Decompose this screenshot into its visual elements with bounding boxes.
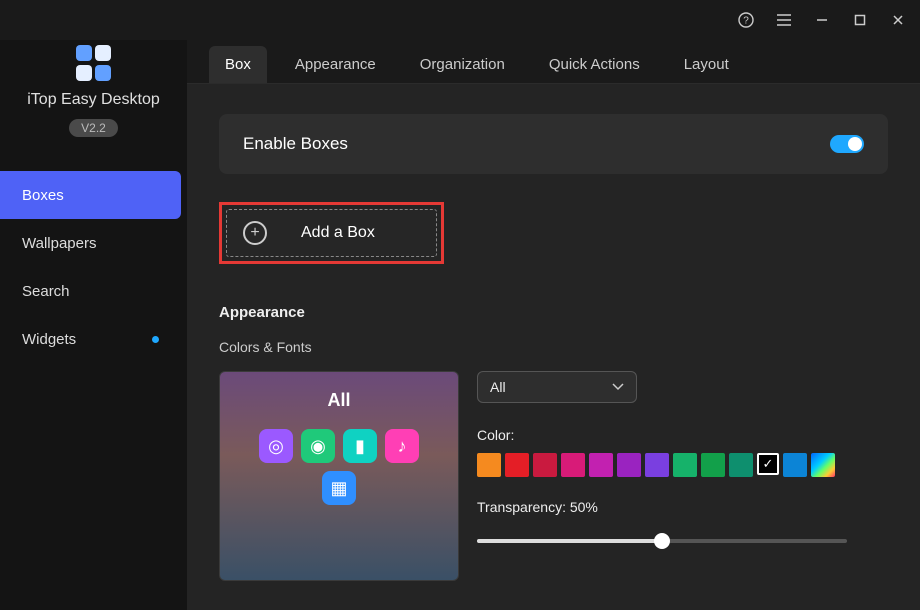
enable-boxes-label: Enable Boxes — [243, 134, 348, 154]
controls: All Color: ✓ Transparency: 50% — [477, 371, 888, 581]
content: Box Appearance Organization Quick Action… — [187, 40, 920, 610]
add-box-button[interactable]: + Add a Box — [226, 209, 437, 257]
colors-fonts-label: Colors & Fonts — [219, 339, 888, 355]
color-swatch[interactable] — [561, 453, 585, 477]
enable-boxes-card: Enable Boxes — [219, 114, 888, 174]
tab-layout[interactable]: Layout — [668, 46, 745, 83]
transparency-control: Transparency: 50% — [477, 499, 888, 549]
appearance-row: All ◎ ◉ ▮ ♪ ▦ All — [219, 371, 888, 581]
check-icon: ✓ — [763, 456, 774, 472]
preview-title: All — [327, 390, 350, 411]
chrome-icon: ◎ — [259, 429, 293, 463]
tabs: Box Appearance Organization Quick Action… — [187, 40, 920, 84]
color-swatch[interactable] — [589, 453, 613, 477]
camera-icon: ▮ — [343, 429, 377, 463]
sidebar-item-label: Search — [22, 283, 70, 300]
brand: iTop Easy Desktop V2.2 — [0, 45, 187, 137]
preview-box: All ◎ ◉ ▮ ♪ ▦ — [219, 371, 459, 581]
add-box-label: Add a Box — [301, 224, 375, 242]
select-value: All — [490, 379, 506, 395]
color-swatch[interactable]: ✓ — [757, 453, 779, 475]
sidebar-item-widgets[interactable]: Widgets — [0, 315, 181, 363]
photo-icon: ▦ — [322, 471, 356, 505]
version-badge: V2.2 — [69, 119, 118, 137]
color-swatch[interactable] — [645, 453, 669, 477]
menu-icon[interactable] — [774, 10, 794, 30]
enable-boxes-toggle[interactable] — [830, 135, 864, 153]
color-swatches: ✓ — [477, 453, 888, 477]
tab-appearance[interactable]: Appearance — [279, 46, 392, 83]
sidebar-item-label: Widgets — [22, 331, 76, 348]
minimize-icon[interactable] — [812, 10, 832, 30]
sidebar-nav: Boxes Wallpapers Search Widgets — [0, 171, 187, 363]
close-icon[interactable] — [888, 10, 908, 30]
color-swatch[interactable] — [811, 453, 835, 477]
plus-icon: + — [243, 221, 267, 245]
preview-icon-row: ◎ ◉ ▮ ♪ — [259, 429, 419, 463]
color-swatch[interactable] — [701, 453, 725, 477]
svg-text:?: ? — [743, 16, 749, 27]
help-icon[interactable]: ? — [736, 10, 756, 30]
transparency-slider[interactable] — [477, 533, 847, 549]
color-label: Color: — [477, 427, 888, 443]
color-swatch[interactable] — [783, 453, 807, 477]
color-swatch[interactable] — [505, 453, 529, 477]
color-swatch[interactable] — [673, 453, 697, 477]
sidebar: iTop Easy Desktop V2.2 Boxes Wallpapers … — [0, 40, 187, 610]
sidebar-item-wallpapers[interactable]: Wallpapers — [0, 219, 181, 267]
add-box-highlight: + Add a Box — [219, 202, 444, 264]
box-select[interactable]: All — [477, 371, 637, 403]
preview-icon-row-2: ▦ — [322, 471, 356, 505]
update-dot-icon — [152, 336, 159, 343]
toggle-knob — [848, 137, 862, 151]
color-swatch[interactable] — [729, 453, 753, 477]
app-name: iTop Easy Desktop — [27, 91, 160, 109]
sidebar-item-label: Boxes — [22, 187, 64, 204]
transparency-label: Transparency: 50% — [477, 499, 888, 515]
slider-thumb[interactable] — [654, 533, 670, 549]
titlebar: ? — [0, 0, 920, 40]
whatsapp-icon: ◉ — [301, 429, 335, 463]
tab-organization[interactable]: Organization — [404, 46, 521, 83]
sidebar-item-boxes[interactable]: Boxes — [0, 171, 181, 219]
color-swatch[interactable] — [617, 453, 641, 477]
sidebar-item-search[interactable]: Search — [0, 267, 181, 315]
maximize-icon[interactable] — [850, 10, 870, 30]
app-logo — [76, 45, 112, 81]
sidebar-item-label: Wallpapers — [22, 235, 96, 252]
chevron-down-icon — [612, 383, 624, 391]
color-swatch[interactable] — [533, 453, 557, 477]
tab-box[interactable]: Box — [209, 46, 267, 83]
color-swatch[interactable] — [477, 453, 501, 477]
appearance-heading: Appearance — [219, 304, 888, 321]
tab-quick-actions[interactable]: Quick Actions — [533, 46, 656, 83]
panel: Enable Boxes + Add a Box Appearance Colo… — [187, 84, 920, 610]
music-icon: ♪ — [385, 429, 419, 463]
